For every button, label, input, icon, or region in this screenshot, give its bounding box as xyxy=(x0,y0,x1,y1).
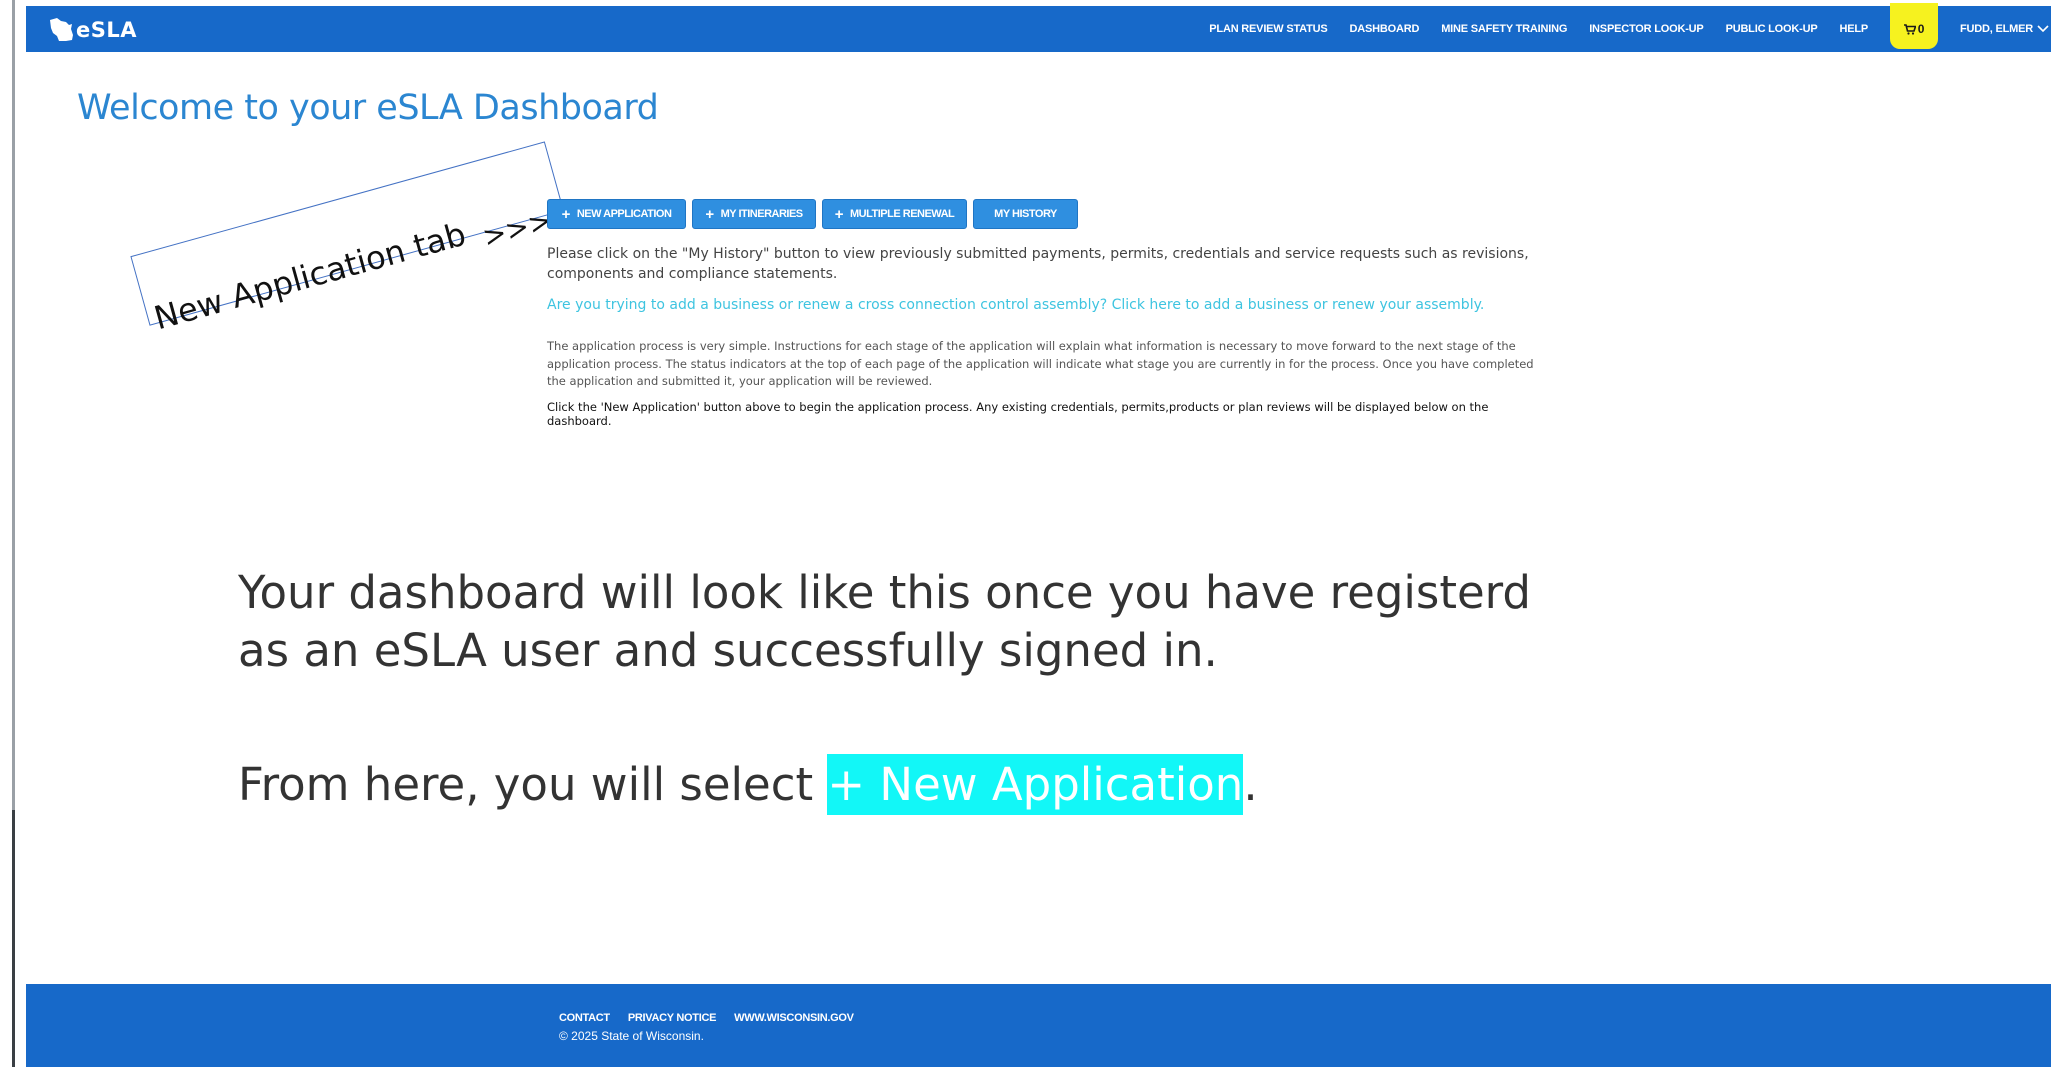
nav-plan-review-status[interactable]: PLAN REVIEW STATUS xyxy=(1209,23,1327,35)
nav-inspector-look-up[interactable]: INSPECTOR LOOK-UP xyxy=(1589,23,1704,35)
plus-icon: + xyxy=(561,205,571,223)
annotation-line-3-prefix: From here, you will select xyxy=(238,758,828,811)
click-instructions: Click the 'New Application' button above… xyxy=(547,399,1489,428)
annotation-line-1: Your dashboard will look like this once … xyxy=(238,566,1531,619)
footer-wisconsin-gov-link[interactable]: WWW.WISCONSIN.GOV xyxy=(734,1012,854,1024)
new-application-label: NEW APPLICATION xyxy=(576,208,672,220)
esla-logo[interactable]: eSLA xyxy=(46,12,137,48)
wisconsin-state-icon xyxy=(50,18,73,41)
history-text: Please click on the "My History" button … xyxy=(547,246,1529,282)
user-menu[interactable]: FUDD, ELMER xyxy=(1960,23,2049,35)
window-edge-dark xyxy=(12,810,15,1067)
window-edge xyxy=(0,0,15,1067)
copyright: © 2025 State of Wisconsin. xyxy=(559,1029,704,1043)
footer-contact-link[interactable]: CONTACT xyxy=(559,1012,610,1024)
main-nav: PLAN REVIEW STATUS DASHBOARD MINE SAFETY… xyxy=(1209,3,2051,52)
dashboard-info: Please click on the "My History" button … xyxy=(547,244,1547,428)
cart-icon xyxy=(1903,23,1916,35)
annotation-line-3: From here, you will select + New Applica… xyxy=(238,754,1258,815)
nav-dashboard[interactable]: DASHBOARD xyxy=(1350,23,1420,35)
plus-icon: + xyxy=(705,205,714,223)
add-business-link[interactable]: Are you trying to add a business or rene… xyxy=(547,295,1547,315)
page-title: Welcome to your eSLA Dashboard xyxy=(77,88,659,128)
my-itineraries-label: MY ITINERARIES xyxy=(720,208,804,220)
dashboard-actions: + NEW APPLICATION + MY ITINERARIES + MUL… xyxy=(547,199,1078,229)
multiple-renewal-button[interactable]: + MULTIPLE RENEWAL xyxy=(822,199,967,229)
cart-button[interactable]: 0 xyxy=(1890,3,1939,49)
plus-icon: + xyxy=(834,205,844,223)
process-text: The application process is very simple. … xyxy=(547,339,1534,388)
chevron-down-icon xyxy=(2037,25,2049,33)
site-footer: CONTACT PRIVACY NOTICE WWW.WISCONSIN.GOV… xyxy=(26,984,2051,1067)
footer-privacy-link[interactable]: PRIVACY NOTICE xyxy=(628,1012,717,1024)
footer-links: CONTACT PRIVACY NOTICE WWW.WISCONSIN.GOV xyxy=(559,1012,854,1024)
new-application-button[interactable]: + NEW APPLICATION xyxy=(547,199,686,229)
my-history-button[interactable]: MY HISTORY xyxy=(973,199,1078,229)
my-history-label: MY HISTORY xyxy=(994,208,1057,220)
cart-count: 0 xyxy=(1917,22,1925,36)
nav-mine-safety-training[interactable]: MINE SAFETY TRAINING xyxy=(1441,23,1567,35)
user-name: FUDD, ELMER xyxy=(1960,23,2033,35)
multiple-renewal-label: MULTIPLE RENEWAL xyxy=(850,208,955,220)
annotation-line-2: as an eSLA user and successfully signed … xyxy=(238,624,1218,677)
new-application-highlight: + New Application xyxy=(827,754,1244,815)
nav-help[interactable]: HELP xyxy=(1839,23,1868,35)
my-itineraries-button[interactable]: + MY ITINERARIES xyxy=(692,199,816,229)
annotation-line-3-suffix: . xyxy=(1243,758,1258,811)
logo-text: eSLA xyxy=(76,18,138,42)
top-navigation-bar: eSLA PLAN REVIEW STATUS DASHBOARD MINE S… xyxy=(26,3,2051,52)
nav-public-look-up[interactable]: PUBLIC LOOK-UP xyxy=(1726,23,1818,35)
